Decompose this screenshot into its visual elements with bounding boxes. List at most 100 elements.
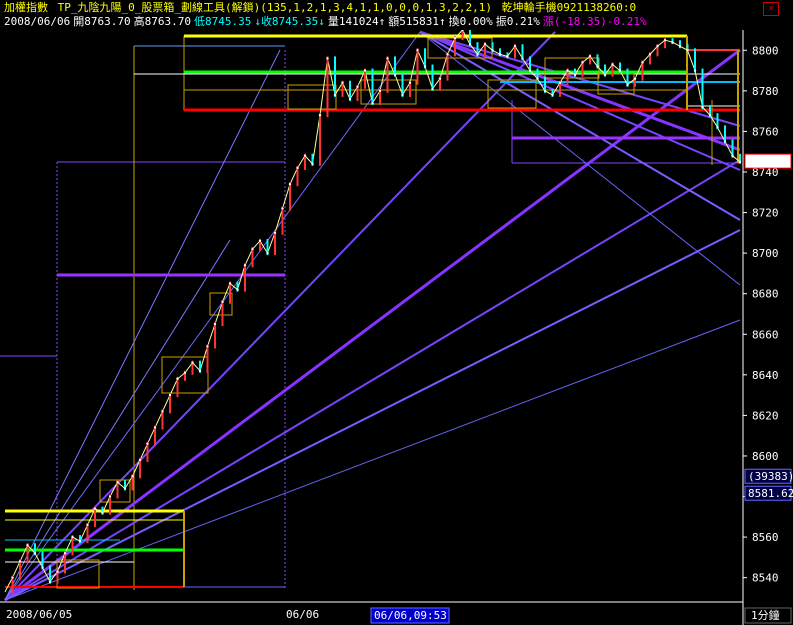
data-point — [708, 113, 712, 117]
quote-open: 開8763.70 — [73, 15, 131, 28]
data-point — [483, 42, 487, 46]
data-point — [251, 247, 254, 251]
y-axis: 8540856085808600862086408660868087008720… — [743, 44, 779, 585]
data-point — [686, 49, 689, 52]
data-point — [573, 73, 577, 76]
data-point — [693, 69, 697, 72]
data-point — [506, 55, 509, 58]
y-tick-label: 8660 — [752, 328, 779, 341]
data-point — [423, 65, 427, 68]
data-point — [243, 264, 247, 267]
data-point — [176, 377, 179, 381]
y-tick-label: 8640 — [752, 369, 779, 382]
data-point — [566, 69, 569, 72]
data-point — [663, 38, 667, 42]
data-point — [86, 523, 89, 527]
data-point — [438, 77, 442, 80]
data-point — [738, 160, 742, 164]
data-point — [26, 544, 29, 547]
x-label-start: 2008/06/05 — [6, 608, 72, 621]
data-point — [146, 442, 149, 445]
x-label-mid: 06/06 — [286, 608, 319, 621]
header-line-1: 加權指數 TP_九陰九陽_0_股票箱_劃線工具(解鎖)(135,1,2,1,3,… — [4, 1, 639, 15]
data-point — [513, 45, 517, 48]
data-point — [11, 576, 14, 579]
data-point — [648, 53, 652, 56]
data-point — [63, 552, 67, 555]
data-point — [213, 322, 217, 326]
y-tick-label: 8780 — [752, 85, 779, 98]
data-point — [356, 85, 359, 88]
y-tick-label: 8800 — [752, 44, 779, 57]
price-series — [4, 30, 742, 594]
data-point — [18, 560, 22, 563]
chart-area[interactable]: 8540856085808600862086408660868087008720… — [0, 30, 793, 625]
data-point — [656, 45, 659, 48]
data-point — [71, 535, 74, 539]
quote-amount: 額515831 — [388, 15, 440, 28]
data-point — [633, 77, 637, 80]
quote-change: 漲(-18.35)-0.21% — [542, 15, 647, 28]
timeframe-label[interactable]: 1分鐘 — [751, 608, 780, 622]
quote-high: 高8763.70 — [133, 15, 191, 28]
quote-amount-arrow: ↑ — [439, 15, 446, 28]
data-point — [258, 239, 262, 243]
data-point — [296, 166, 299, 170]
data-point — [123, 487, 127, 490]
quote-date: 2008/06/06 — [4, 15, 71, 28]
data-point — [288, 182, 292, 186]
y-tick-label: 8720 — [752, 207, 779, 220]
data-point — [558, 81, 562, 84]
price-chart[interactable]: 8540856085808600862086408660868087008720… — [0, 30, 793, 625]
indicator-settings[interactable]: TP_九陰九陽_0_股票箱_劃線工具(解鎖)(135,1,2,1,3,4,1,1… — [58, 1, 492, 14]
data-point — [371, 101, 374, 105]
y-tick-label: 8700 — [752, 247, 779, 260]
data-point — [101, 511, 104, 514]
volume-tag: (39383) — [748, 470, 793, 483]
data-point — [131, 475, 134, 478]
data-point — [491, 49, 494, 52]
y-tick-label: 8760 — [752, 125, 779, 138]
data-point — [363, 69, 367, 72]
data-point — [108, 495, 112, 498]
y-tick-label: 8620 — [752, 409, 779, 422]
close-button[interactable]: ✕ — [763, 2, 779, 16]
data-point — [378, 89, 382, 93]
data-point — [273, 231, 277, 235]
data-point — [116, 481, 119, 484]
data-point — [588, 55, 592, 58]
data-point — [543, 89, 547, 93]
data-point — [333, 93, 337, 97]
data-point — [318, 113, 322, 117]
data-point — [191, 361, 194, 364]
data-point — [536, 77, 539, 80]
quote-turnover: 換0.00% — [448, 15, 493, 28]
y-tick-label: 8540 — [752, 572, 779, 585]
data-point — [386, 57, 389, 60]
quote-volume: 量141024 — [327, 15, 379, 28]
close-icon: ✕ — [767, 3, 775, 14]
data-point — [228, 282, 232, 285]
data-point — [56, 570, 59, 573]
data-point — [521, 57, 524, 60]
data-point — [153, 426, 157, 429]
data-point — [641, 61, 644, 64]
quote-low: 低8745.35 — [193, 15, 252, 28]
data-point — [498, 53, 502, 56]
data-point — [348, 97, 352, 101]
data-point — [611, 63, 614, 66]
data-point — [618, 69, 622, 72]
study-lines — [0, 30, 741, 602]
quote-close-arrow-2: ↓ — [318, 15, 325, 28]
data-point — [183, 371, 187, 374]
data-point — [138, 458, 142, 462]
data-point — [731, 154, 734, 157]
data-point — [281, 207, 284, 210]
low-tag: 8581.62 — [748, 487, 793, 500]
data-point — [476, 53, 479, 56]
data-point — [161, 410, 164, 413]
data-point — [236, 288, 239, 291]
data-point — [431, 87, 434, 91]
data-point — [311, 162, 314, 166]
data-point — [198, 369, 202, 372]
